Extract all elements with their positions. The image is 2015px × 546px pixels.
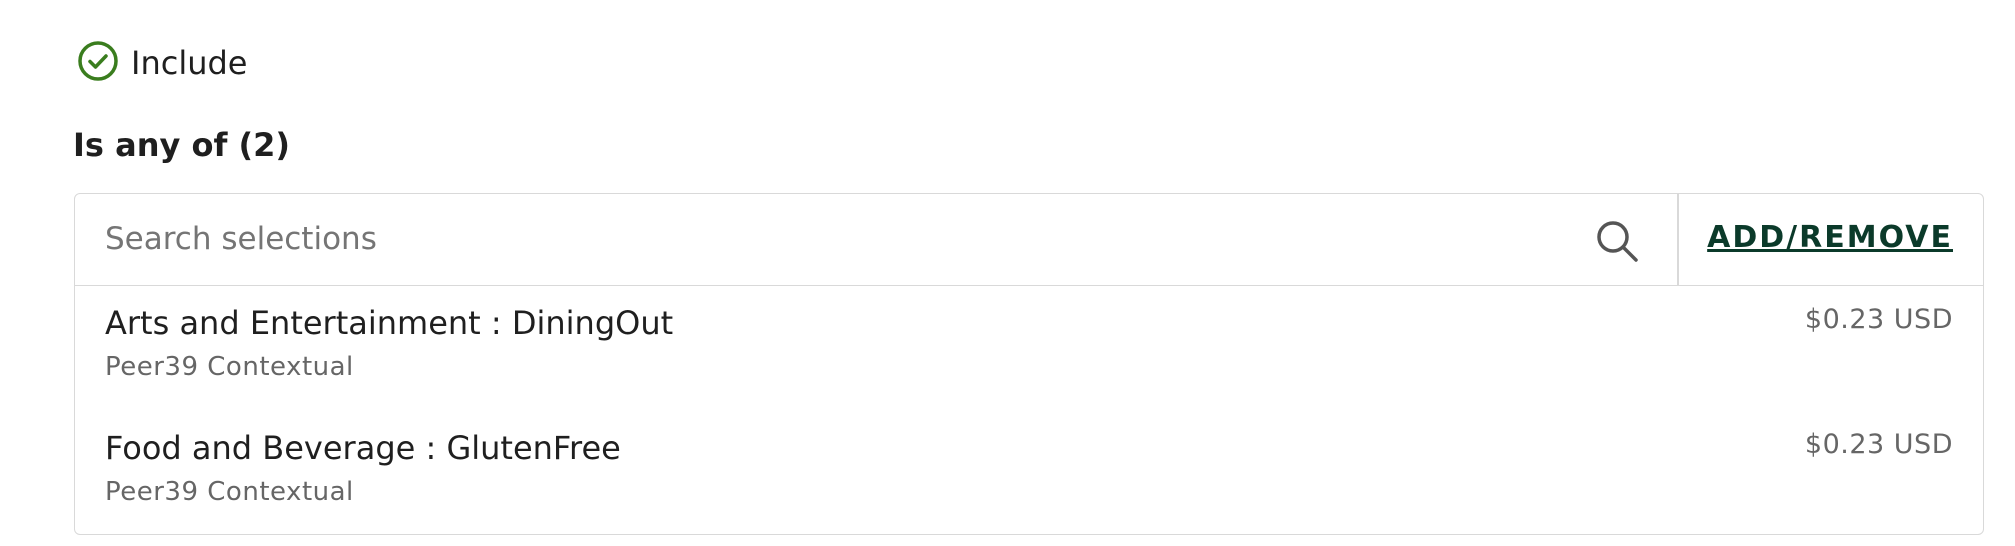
segment-filter: Include Is any of (2) ADD/REMOVE Arts an… [0, 0, 2015, 546]
selections-panel: ADD/REMOVE Arts and Entertainment : Dini… [74, 193, 1984, 535]
item-title: Arts and Entertainment : DiningOut [105, 304, 674, 342]
item-price: $0.23 USD [1804, 304, 1953, 335]
check-circle-icon [77, 40, 119, 86]
include-toggle[interactable]: Include [77, 40, 247, 86]
divider [1677, 194, 1679, 285]
item-source: Peer39 Contextual [105, 352, 354, 382]
include-label: Include [131, 44, 248, 82]
list-item: Food and Beverage : GlutenFree Peer39 Co… [75, 411, 1983, 536]
filter-title: Is any of (2) [73, 126, 291, 164]
item-title: Food and Beverage : GlutenFree [105, 429, 621, 467]
selections-list: Arts and Entertainment : DiningOut Peer3… [75, 286, 1983, 536]
add-remove-button[interactable]: ADD/REMOVE [1707, 220, 1953, 255]
item-source: Peer39 Contextual [105, 477, 354, 507]
item-price: $0.23 USD [1804, 429, 1953, 460]
search-input[interactable] [105, 214, 1605, 264]
list-item: Arts and Entertainment : DiningOut Peer3… [75, 286, 1983, 411]
search-bar: ADD/REMOVE [75, 194, 1983, 286]
